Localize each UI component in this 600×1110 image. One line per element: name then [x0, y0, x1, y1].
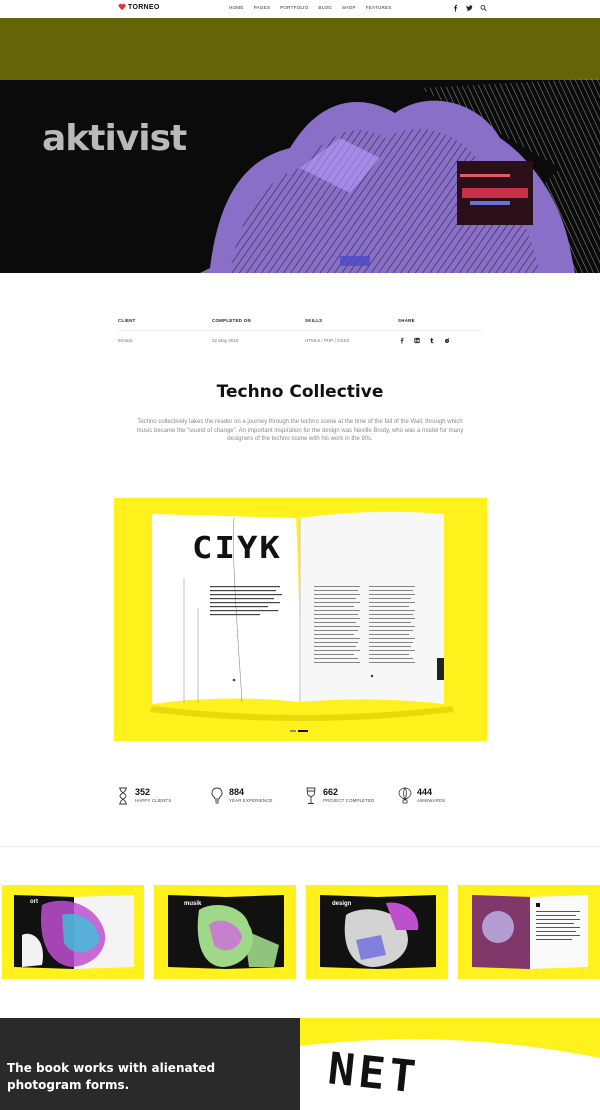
project-title: Techno Collective — [216, 382, 384, 402]
heart-logo-icon — [118, 3, 126, 11]
thumb-art — [472, 895, 588, 969]
logo[interactable]: TORNEO — [118, 3, 160, 11]
hero-word: aktivist — [42, 118, 187, 159]
gallery-thumb-ort[interactable]: ort — [2, 885, 144, 979]
info-divider — [118, 330, 482, 331]
nav-item-shop[interactable]: SHOP — [342, 5, 356, 10]
thumb-art — [320, 895, 436, 969]
stat-number: 444 — [417, 787, 433, 797]
nav-item-portfolio[interactable]: PORTFOLIO — [280, 5, 308, 10]
stat-label: YEAR EXPERIENCE — [229, 798, 273, 803]
thumb-word: ort — [30, 899, 38, 905]
stat-number: 662 — [323, 787, 339, 797]
search-icon[interactable] — [480, 4, 487, 12]
skills-label: SKILLS — [305, 318, 323, 323]
magazine-heading: CIYK — [192, 530, 282, 566]
nav-item-pages[interactable]: PAGES — [254, 5, 271, 10]
gallery-thumb-design[interactable]: design — [306, 885, 448, 979]
stat-item: 444 AWWWARDS — [398, 787, 445, 805]
stat-item: 662 PROJECT COMPLETED — [304, 787, 374, 805]
thumb-word: musik — [184, 901, 202, 907]
stat-number: 352 — [135, 787, 151, 797]
thumb-word: design — [332, 901, 352, 907]
site-header: TORNEO HOME PAGES PORTFOLIO BLOG SHOP FE… — [0, 0, 600, 18]
hourglass-icon — [119, 787, 127, 805]
skills-value: HTML5 / PHP / CSS3 — [305, 338, 350, 343]
magazine-image: CIYK — [114, 498, 487, 741]
linkedin-icon[interactable] — [414, 337, 420, 344]
thumb-art — [14, 895, 134, 969]
share-label: SHARE — [398, 318, 415, 323]
share-icons — [399, 337, 450, 344]
nav-item-features[interactable]: FEATURES — [366, 5, 392, 10]
project-description: Techno collectively takes the reader on … — [136, 419, 464, 443]
stat-label: HAPPY CLIENTS — [135, 798, 172, 803]
facebook-icon[interactable] — [452, 4, 459, 12]
feature-panel: The book works with alienated photogram … — [0, 1018, 300, 1110]
lightbulb-icon — [211, 787, 223, 804]
feature-image: NET — [300, 1018, 600, 1110]
slider-dot-active[interactable] — [298, 730, 308, 732]
main-nav: HOME PAGES PORTFOLIO BLOG SHOP FEATURES — [229, 5, 392, 10]
thumb-art — [168, 895, 284, 969]
slider-dot[interactable] — [290, 730, 296, 732]
stat-label: AWWWARDS — [417, 798, 446, 803]
completed-label: COMPLETED ON — [212, 318, 251, 323]
stat-number: 884 — [229, 787, 245, 797]
gallery-thumb-musik[interactable]: musik — [154, 885, 296, 979]
reddit-icon[interactable] — [444, 337, 450, 344]
nav-item-home[interactable]: HOME — [229, 5, 244, 10]
client-value: Elmatic — [118, 338, 134, 343]
gallery-thumb-4[interactable] — [458, 885, 600, 979]
client-label: CLIENT — [118, 318, 136, 323]
completed-value: 22 May 2018 — [212, 338, 239, 343]
balloon-icon — [398, 787, 412, 804]
section-divider — [0, 846, 600, 847]
stat-item: 352 HAPPY CLIENTS — [116, 787, 171, 805]
nav-item-blog[interactable]: BLOG — [318, 5, 332, 10]
logo-text: TORNEO — [128, 3, 160, 11]
wine-glass-icon — [306, 787, 316, 804]
feature-text: The book works with alienated photogram … — [7, 1061, 216, 1092]
header-icons — [452, 4, 487, 12]
hero-image: aktivist — [0, 18, 600, 273]
facebook-icon[interactable] — [399, 337, 405, 344]
tumblr-icon[interactable] — [429, 337, 435, 344]
feature-big-letters: NET — [325, 1043, 422, 1104]
stat-label: PROJECT COMPLETED — [323, 798, 375, 803]
magazine-spread — [150, 511, 454, 721]
twitter-icon[interactable] — [466, 4, 473, 12]
stats-row: 352 HAPPY CLIENTS 884 YEAR EXPERIENCE 66… — [116, 787, 496, 809]
stat-item: 884 YEAR EXPERIENCE — [210, 787, 273, 805]
